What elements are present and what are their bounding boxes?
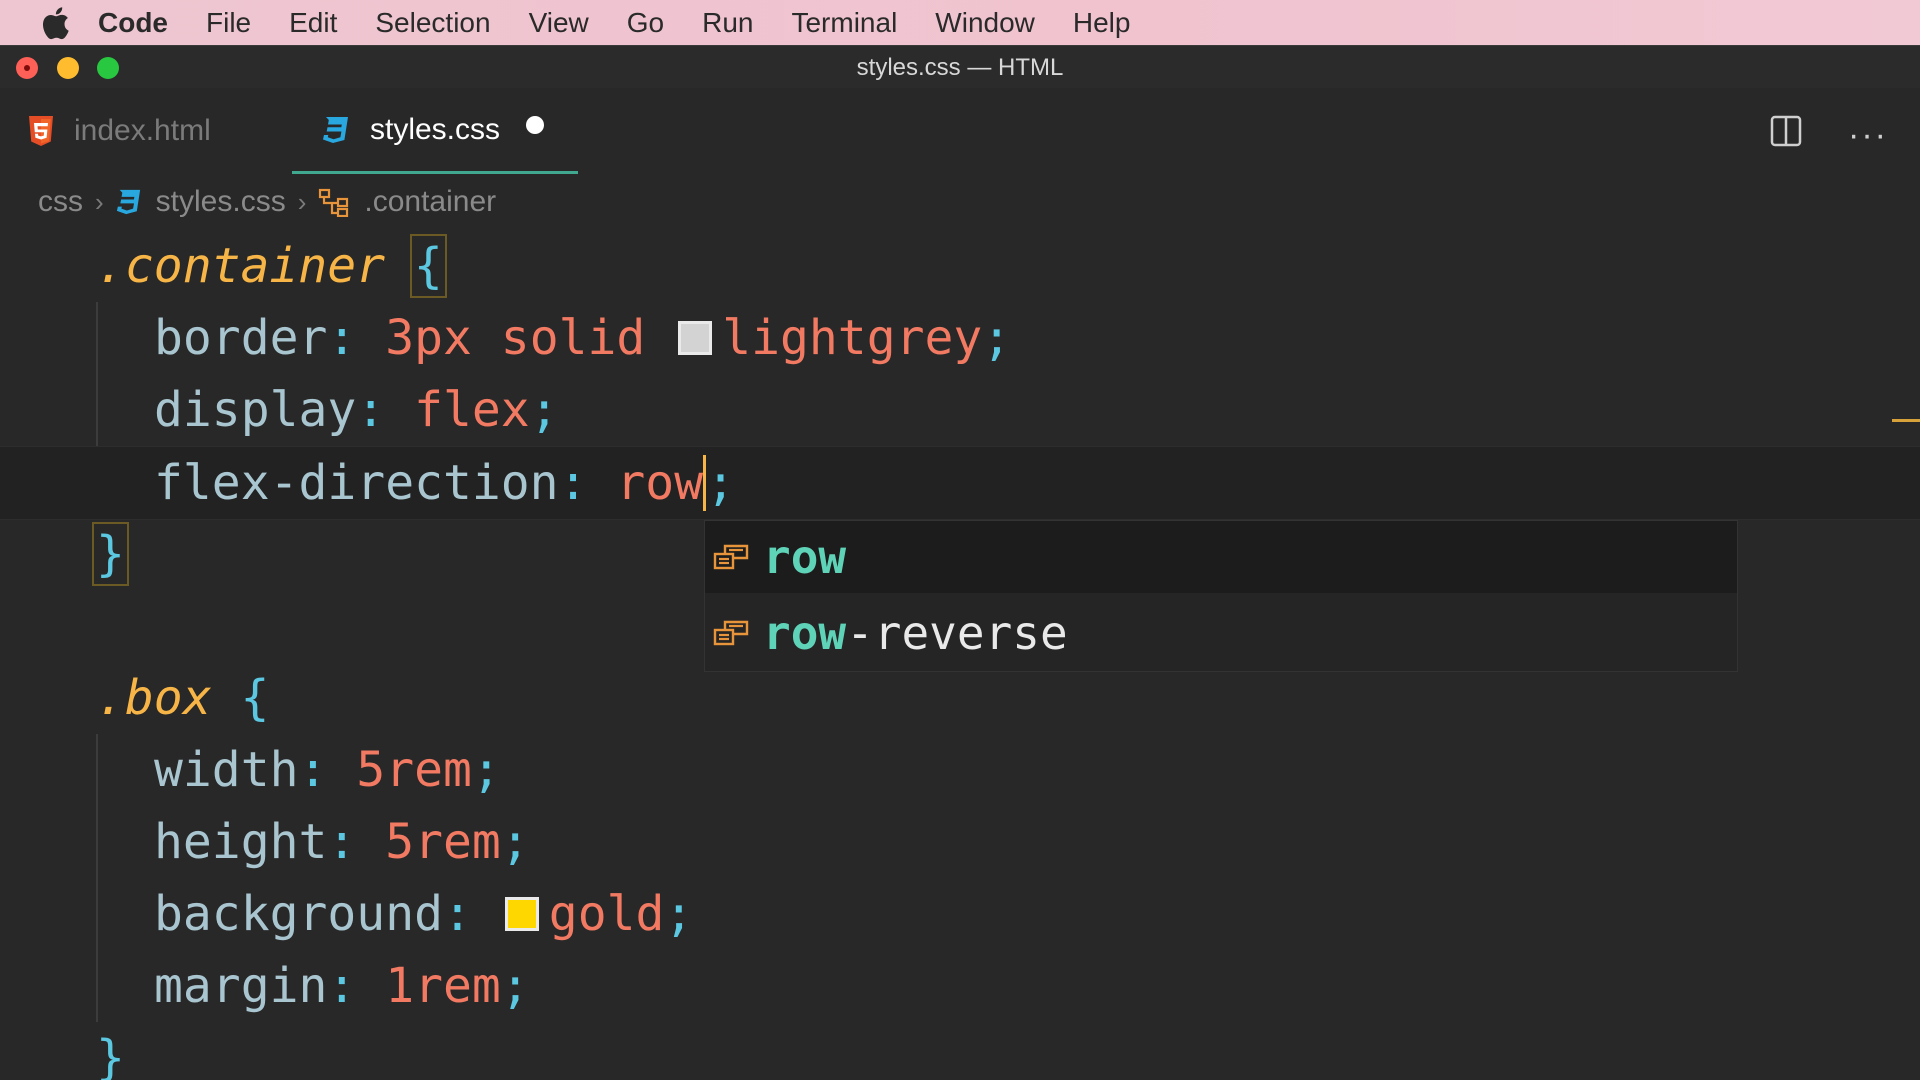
autocomplete-suggest-widget: row row -reverse bbox=[704, 520, 1738, 672]
semicolon: ; bbox=[500, 814, 530, 870]
vscode-window: Code File Edit Selection View Go Run Ter… bbox=[0, 0, 1920, 1080]
menu-run[interactable]: Run bbox=[702, 7, 753, 39]
css-value: 5rem bbox=[385, 814, 501, 870]
semicolon: ; bbox=[529, 382, 559, 438]
colon: : bbox=[327, 310, 357, 366]
css-value: 5rem bbox=[356, 742, 472, 798]
colon: : bbox=[298, 742, 328, 798]
tab-label: styles.css bbox=[370, 112, 501, 146]
semicolon: ; bbox=[500, 958, 530, 1014]
window-title: styles.css — HTML bbox=[856, 54, 1064, 81]
menu-app-code[interactable]: Code bbox=[98, 7, 168, 39]
css-selector: .container bbox=[96, 238, 385, 294]
css-property: margin bbox=[154, 958, 328, 1014]
css-value: lightgrey bbox=[722, 310, 983, 366]
chevron-right-icon: › bbox=[297, 186, 307, 217]
color-swatch-lightgrey[interactable] bbox=[678, 321, 713, 355]
colon: : bbox=[356, 382, 386, 438]
code-line-current[interactable]: flex-direction: row; bbox=[0, 446, 1920, 520]
color-swatch-gold[interactable] bbox=[504, 897, 539, 931]
menu-view[interactable]: View bbox=[529, 7, 589, 39]
close-brace: } bbox=[92, 522, 129, 586]
apple-logo-icon[interactable] bbox=[40, 6, 70, 40]
code-line[interactable]: background: gold; bbox=[0, 878, 1920, 950]
open-brace: { bbox=[240, 670, 270, 726]
enum-value-icon bbox=[713, 542, 749, 572]
css3-icon bbox=[116, 188, 142, 216]
breadcrumb-file[interactable]: styles.css bbox=[156, 185, 286, 219]
code-line[interactable]: } bbox=[0, 1022, 1920, 1080]
css3-icon bbox=[323, 116, 348, 143]
tab-label: index.html bbox=[74, 114, 211, 147]
semicolon: ; bbox=[664, 886, 694, 942]
css-value: 3px solid bbox=[385, 310, 646, 366]
split-editor-icon[interactable] bbox=[1770, 115, 1802, 147]
open-brace: { bbox=[409, 234, 447, 298]
colon: : bbox=[558, 455, 588, 511]
suggestion-item-selected[interactable]: row bbox=[705, 521, 1737, 593]
code-line[interactable]: margin: 1rem; bbox=[0, 950, 1920, 1022]
html5-icon bbox=[29, 116, 53, 146]
more-actions-icon[interactable]: ··· bbox=[1848, 116, 1888, 155]
menu-terminal[interactable]: Terminal bbox=[791, 7, 897, 39]
colon: : bbox=[327, 814, 357, 870]
menu-file[interactable]: File bbox=[206, 7, 251, 39]
breadcrumb-folder[interactable]: css bbox=[38, 185, 83, 219]
code-line[interactable]: display: flex; bbox=[0, 374, 1920, 446]
tab-index-html[interactable]: index.html bbox=[28, 88, 211, 174]
colon: : bbox=[327, 958, 357, 1014]
code-line[interactable]: .container { bbox=[0, 230, 1920, 302]
css-property: display bbox=[154, 382, 357, 438]
macos-menubar: Code File Edit Selection View Go Run Ter… bbox=[0, 0, 1920, 45]
menu-edit[interactable]: Edit bbox=[289, 7, 337, 39]
css-value: row bbox=[616, 455, 704, 511]
editor-tab-bar: index.html styles.css ··· bbox=[0, 88, 1920, 174]
css-property: flex-direction bbox=[154, 455, 559, 511]
menu-selection[interactable]: Selection bbox=[375, 7, 490, 39]
semicolon: ; bbox=[471, 742, 501, 798]
css-property: border bbox=[154, 310, 328, 366]
css-property: background bbox=[154, 886, 443, 942]
css-property: width bbox=[154, 742, 299, 798]
overview-ruler-marker bbox=[1892, 419, 1920, 422]
breadcrumb: css › styles.css › .container bbox=[38, 180, 496, 224]
code-line[interactable]: border: 3px solid lightgrey; bbox=[0, 302, 1920, 374]
code-line[interactable]: .box { bbox=[0, 662, 1920, 734]
chevron-right-icon: › bbox=[95, 186, 104, 217]
suggestion-match: row bbox=[763, 606, 847, 660]
menu-go[interactable]: Go bbox=[627, 7, 664, 39]
menu-help[interactable]: Help bbox=[1073, 7, 1131, 39]
css-selector: .box bbox=[96, 670, 212, 726]
code-line[interactable]: width: 5rem; bbox=[0, 734, 1920, 806]
semicolon: ; bbox=[982, 310, 1012, 366]
css-value: gold bbox=[548, 886, 665, 942]
css-value: 1rem bbox=[385, 958, 501, 1014]
tab-styles-css[interactable]: styles.css bbox=[292, 88, 578, 174]
colon: : bbox=[442, 886, 472, 942]
enum-value-icon bbox=[713, 618, 749, 648]
unsaved-changes-dot-icon[interactable] bbox=[526, 115, 545, 134]
breadcrumb-symbol[interactable]: .container bbox=[364, 185, 496, 219]
suggestion-match: row bbox=[763, 530, 847, 584]
suggestion-item[interactable]: row -reverse bbox=[705, 597, 1737, 669]
css-selector-symbol-icon bbox=[318, 187, 350, 217]
code-line[interactable]: height: 5rem; bbox=[0, 806, 1920, 878]
css-value: flex bbox=[414, 382, 530, 438]
close-brace: } bbox=[96, 1030, 125, 1080]
semicolon: ; bbox=[706, 455, 735, 511]
css-property: height bbox=[154, 814, 328, 870]
window-titlebar: styles.css — HTML bbox=[0, 45, 1920, 88]
suggestion-rest: -reverse bbox=[846, 606, 1068, 660]
menu-window[interactable]: Window bbox=[935, 7, 1035, 39]
